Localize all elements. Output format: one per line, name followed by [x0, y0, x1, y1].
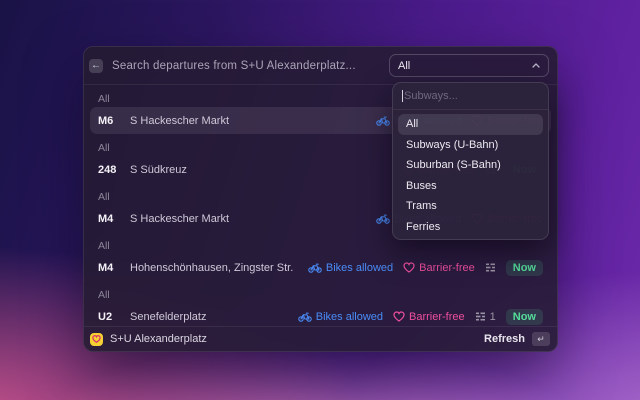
departure-row-m4-hohenschoenhausen[interactable]: M4 Hohenschönhausen, Zingster Str. Bikes…: [90, 254, 551, 281]
section-header: All: [84, 281, 557, 303]
now-badge: Now: [506, 309, 543, 325]
heart-icon: [403, 262, 415, 273]
search-header: ← Search departures from S+U Alexanderpl…: [84, 47, 557, 84]
line-code: U2: [98, 311, 121, 323]
barrier-free-label: Barrier-free: [409, 311, 465, 323]
chevron-up-icon: [532, 63, 540, 68]
line-code: 248: [98, 164, 121, 176]
back-button[interactable]: ←: [89, 59, 103, 73]
search-input[interactable]: Search departures from S+U Alexanderplat…: [112, 60, 380, 72]
transit-filter-dropdown: Subways... All Subways (U-Bahn) Suburban…: [392, 82, 549, 240]
bike-icon: [376, 214, 390, 224]
dropdown-option-buses[interactable]: Buses: [398, 176, 543, 197]
now-badge: Now: [506, 260, 543, 276]
line-code: M4: [98, 262, 121, 274]
enter-key-icon: ↵: [532, 332, 550, 346]
bike-icon: [376, 116, 390, 126]
transit-filter-select[interactable]: All: [389, 54, 549, 77]
barrier-free-label: Barrier-free: [419, 262, 475, 274]
heart-icon: [393, 311, 405, 322]
destination: S Südkreuz: [130, 164, 394, 176]
platform-icon: [475, 311, 486, 322]
bvg-app-icon: [90, 333, 103, 346]
footer-station-label: S+U Alexanderplatz: [110, 333, 477, 345]
platform-number: 1: [490, 311, 496, 323]
bike-icon: [298, 312, 312, 322]
destination: Hohenschönhausen, Zingster Str.: [130, 262, 299, 274]
destination: S Hackescher Markt: [130, 115, 367, 127]
dropdown-filter-input[interactable]: Subways...: [393, 83, 548, 109]
dropdown-filter-placeholder: Subways...: [404, 90, 458, 102]
destination: Senefelderplatz: [130, 311, 289, 323]
text-cursor: [402, 90, 403, 102]
bvg-heart-icon: [92, 335, 101, 343]
back-arrow-icon: ←: [91, 61, 101, 71]
bike-icon: [308, 263, 322, 273]
dropdown-option-suburban[interactable]: Suburban (S-Bahn): [398, 155, 543, 176]
platform-icon: [485, 262, 496, 273]
line-code: M6: [98, 115, 121, 127]
bikes-label: Bikes allowed: [316, 311, 383, 323]
refresh-action[interactable]: Refresh: [484, 333, 525, 345]
transit-filter-value: All: [398, 60, 410, 72]
line-code: M4: [98, 213, 121, 225]
dropdown-option-subways[interactable]: Subways (U-Bahn): [398, 135, 543, 156]
dropdown-options-list: All Subways (U-Bahn) Suburban (S-Bahn) B…: [393, 110, 548, 240]
bikes-label: Bikes allowed: [326, 262, 393, 274]
destination: S Hackescher Markt: [130, 213, 367, 225]
dropdown-option-all[interactable]: All: [398, 114, 543, 135]
dropdown-option-trams[interactable]: Trams: [398, 196, 543, 217]
dropdown-option-ferries[interactable]: Ferries: [398, 217, 543, 238]
footer-bar: S+U Alexanderplatz Refresh ↵: [84, 326, 557, 351]
